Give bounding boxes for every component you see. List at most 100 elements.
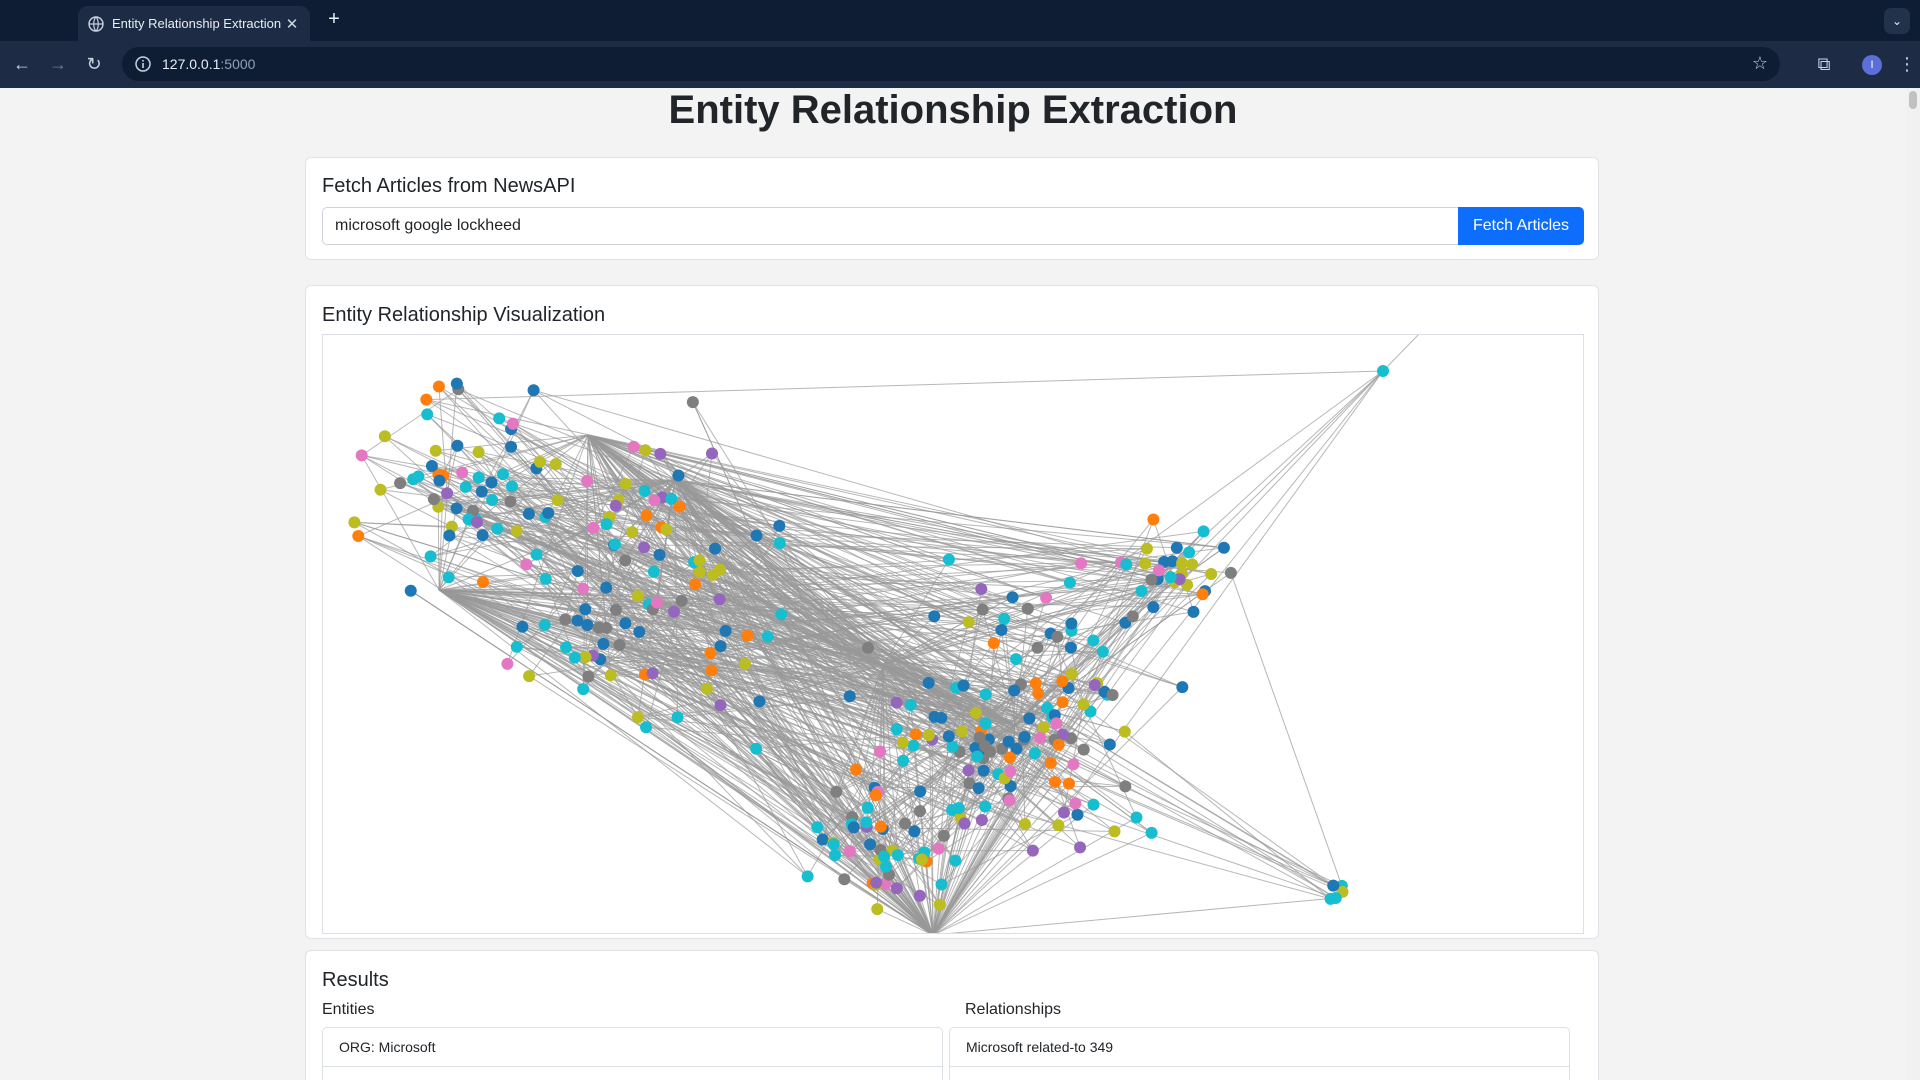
graph-node[interactable]	[1176, 681, 1189, 694]
graph-node[interactable]	[653, 548, 666, 561]
graph-node[interactable]	[433, 474, 446, 487]
graph-node[interactable]	[1037, 721, 1050, 734]
graph-node[interactable]	[1065, 667, 1078, 680]
graph-node[interactable]	[609, 538, 622, 551]
graph-node[interactable]	[425, 459, 438, 472]
graph-node[interactable]	[1087, 798, 1100, 811]
graph-node[interactable]	[975, 582, 988, 595]
graph-node[interactable]	[510, 640, 523, 653]
graph-node[interactable]	[542, 506, 555, 519]
graph-node[interactable]	[1069, 797, 1082, 810]
graph-node[interactable]	[969, 706, 982, 719]
graph-node[interactable]	[1106, 688, 1119, 701]
graph-node[interactable]	[738, 657, 751, 670]
graph-node[interactable]	[1145, 826, 1158, 839]
graph-node[interactable]	[971, 750, 984, 763]
graph-node[interactable]	[1008, 684, 1021, 697]
graph-node[interactable]	[1186, 558, 1199, 571]
graph-node[interactable]	[843, 845, 856, 858]
graph-node[interactable]	[1004, 765, 1017, 778]
graph-node[interactable]	[1006, 591, 1019, 604]
graph-node[interactable]	[1051, 630, 1064, 643]
graph-node[interactable]	[1176, 557, 1189, 570]
graph-node[interactable]	[915, 853, 928, 866]
site-info-icon[interactable]	[134, 55, 152, 73]
graph-node[interactable]	[427, 493, 440, 506]
graph-node[interactable]	[504, 495, 517, 508]
graph-node[interactable]	[1119, 780, 1132, 793]
graph-node[interactable]	[472, 446, 485, 459]
graph-node[interactable]	[935, 711, 948, 724]
graph-node[interactable]	[1170, 541, 1183, 554]
graph-node[interactable]	[1063, 576, 1076, 589]
graph-node[interactable]	[1034, 732, 1047, 745]
graph-node[interactable]	[477, 576, 490, 589]
graph-node[interactable]	[862, 641, 875, 654]
graph-node[interactable]	[714, 699, 727, 712]
graph-node[interactable]	[979, 688, 992, 701]
graph-node[interactable]	[689, 578, 702, 591]
graph-node[interactable]	[1324, 892, 1337, 905]
graph-node[interactable]	[675, 594, 688, 607]
graph-node[interactable]	[451, 439, 464, 452]
graph-node[interactable]	[773, 519, 786, 532]
graph-node[interactable]	[1002, 735, 1015, 748]
graph-node[interactable]	[640, 509, 653, 522]
graph-node[interactable]	[476, 529, 489, 542]
graph-node[interactable]	[1003, 794, 1016, 807]
graph-node[interactable]	[700, 682, 713, 695]
graph-node[interactable]	[1032, 687, 1045, 700]
graph-node[interactable]	[1120, 558, 1133, 571]
graph-node[interactable]	[501, 657, 514, 670]
graph-node[interactable]	[1197, 525, 1210, 538]
graph-node[interactable]	[1021, 602, 1034, 615]
graph-node[interactable]	[952, 802, 965, 815]
graph-node[interactable]	[559, 613, 572, 626]
graph-node[interactable]	[1152, 564, 1165, 577]
graph-node[interactable]	[750, 742, 763, 755]
graph-node[interactable]	[522, 507, 535, 520]
graph-node[interactable]	[1052, 738, 1065, 751]
graph-node[interactable]	[374, 483, 387, 496]
graph-node[interactable]	[530, 548, 543, 561]
graph-node[interactable]	[829, 849, 842, 862]
graph-node[interactable]	[671, 711, 684, 724]
graph-node[interactable]	[626, 526, 639, 539]
graph-node[interactable]	[1088, 679, 1101, 692]
graph-node[interactable]	[577, 582, 590, 595]
graph-node[interactable]	[1029, 677, 1042, 690]
graph-node[interactable]	[1147, 601, 1160, 614]
graph-node[interactable]	[1135, 585, 1148, 598]
graph-node[interactable]	[549, 458, 562, 471]
graph-node[interactable]	[890, 723, 903, 736]
graph-node[interactable]	[665, 492, 678, 505]
graph-node[interactable]	[352, 530, 365, 543]
graph-node[interactable]	[957, 679, 970, 692]
graph-node[interactable]	[505, 440, 518, 453]
graph-node[interactable]	[420, 393, 433, 406]
graph-node[interactable]	[1077, 743, 1090, 756]
graph-node[interactable]	[801, 870, 814, 883]
back-arrow-icon[interactable]: ←	[4, 54, 40, 75]
graph-node[interactable]	[493, 412, 506, 425]
graph-node[interactable]	[1044, 756, 1057, 769]
graph-node[interactable]	[456, 466, 469, 479]
graph-node[interactable]	[619, 617, 632, 630]
graph-node[interactable]	[850, 763, 863, 776]
graph-node[interactable]	[1023, 712, 1036, 725]
graph-node[interactable]	[847, 821, 860, 834]
graph-node[interactable]	[864, 838, 877, 851]
graph-node[interactable]	[998, 612, 1011, 625]
bookmark-star-icon[interactable]: ☆	[1752, 53, 1768, 74]
graph-node[interactable]	[424, 550, 437, 563]
graph-node[interactable]	[870, 876, 883, 889]
graph-node[interactable]	[979, 717, 992, 730]
graph-node[interactable]	[871, 903, 884, 916]
graph-node[interactable]	[922, 676, 935, 689]
graph-node[interactable]	[1183, 546, 1196, 559]
graph-node[interactable]	[709, 542, 722, 555]
graph-node[interactable]	[838, 873, 851, 886]
profile-avatar[interactable]: I	[1862, 54, 1882, 75]
graph-node[interactable]	[609, 603, 622, 616]
graph-node[interactable]	[861, 801, 874, 814]
